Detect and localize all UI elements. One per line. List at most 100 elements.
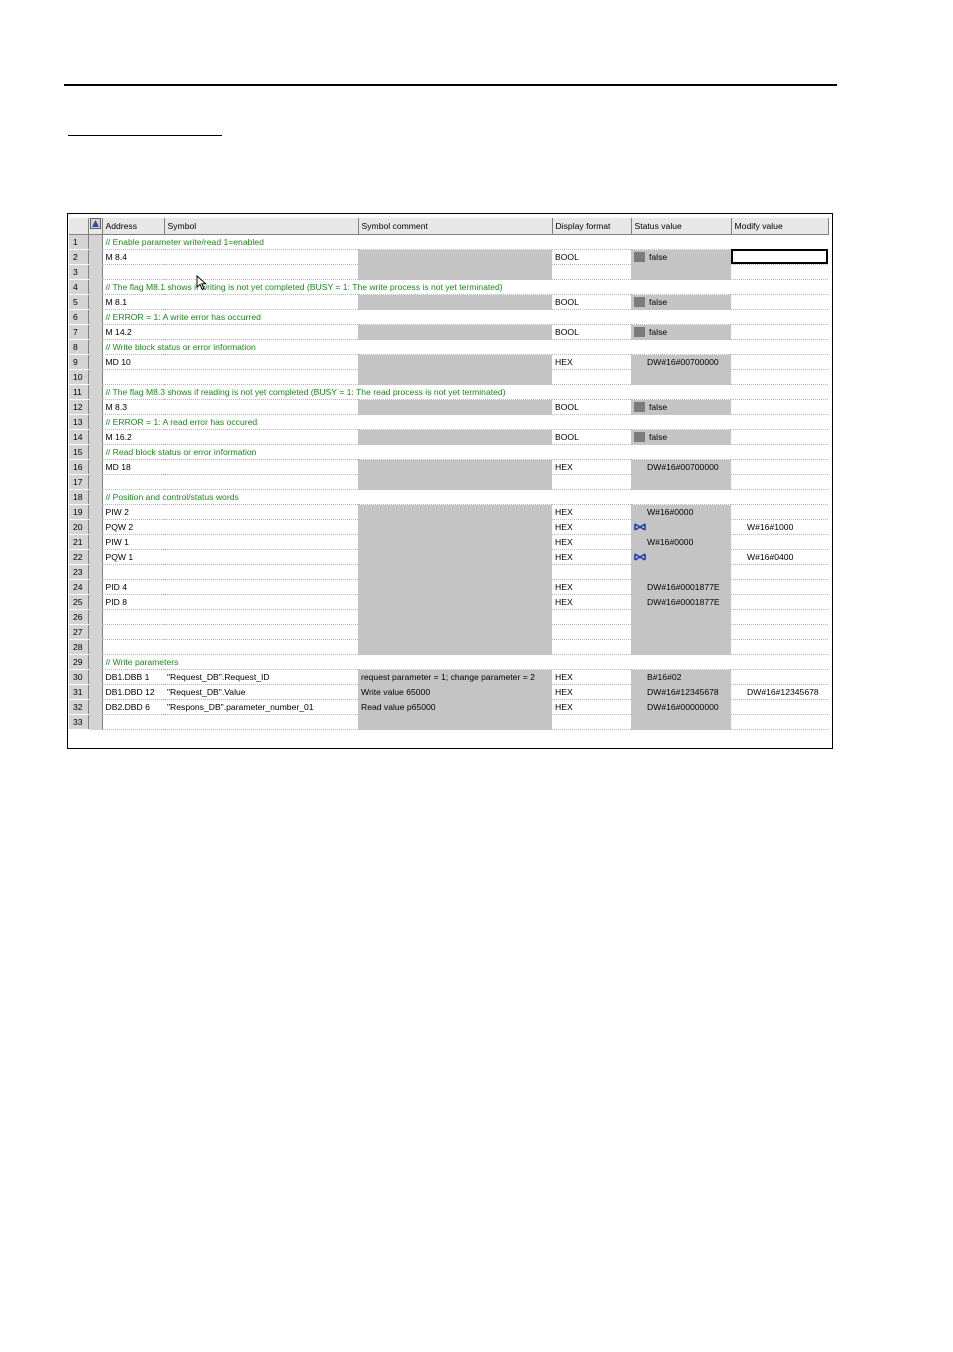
table-row[interactable]: 19 PIW 2 HEX W#16#0000: [69, 504, 828, 520]
symbol-comment-cell[interactable]: [358, 264, 552, 280]
address-cell[interactable]: [102, 474, 164, 490]
row-number[interactable]: 14: [69, 429, 89, 445]
row-number[interactable]: 20: [69, 519, 89, 535]
column-header-address[interactable]: Address: [102, 218, 165, 235]
comment-line[interactable]: // The flag M8.3 shows if reading is not…: [102, 384, 828, 400]
modify-value-cell[interactable]: [731, 699, 828, 715]
symbol-comment-cell[interactable]: [358, 459, 552, 475]
row-number[interactable]: 26: [69, 609, 89, 625]
address-cell[interactable]: [102, 714, 164, 730]
modify-value-cell[interactable]: [731, 624, 828, 640]
row-number[interactable]: 19: [69, 504, 89, 520]
row-number[interactable]: 28: [69, 639, 89, 655]
table-row[interactable]: 18 // Position and control/status words: [69, 489, 828, 505]
display-format-cell[interactable]: [552, 639, 631, 655]
column-header-modify-value[interactable]: Modify value: [731, 218, 829, 235]
table-row[interactable]: 7 M 14.2 BOOL false: [69, 324, 828, 340]
row-number[interactable]: 33: [69, 714, 89, 730]
table-row[interactable]: 16 MD 18 HEX DW#16#00700000: [69, 459, 828, 475]
select-all-corner[interactable]: [69, 218, 89, 235]
table-row[interactable]: 15 // Read block status or error informat…: [69, 444, 828, 460]
modify-value-cell[interactable]: [731, 429, 828, 445]
symbol-comment-cell[interactable]: [358, 564, 552, 580]
modify-value-cell[interactable]: [731, 639, 828, 655]
symbol-cell[interactable]: [164, 624, 358, 640]
display-format-cell[interactable]: HEX: [552, 669, 631, 685]
row-number[interactable]: 7: [69, 324, 89, 340]
address-cell[interactable]: M 8.4: [102, 249, 164, 265]
table-row[interactable]: 22 PQW 1 HEX W#16#0400: [69, 549, 828, 565]
modify-value-cell[interactable]: DW#16#12345678: [731, 684, 828, 700]
address-cell[interactable]: [102, 564, 164, 580]
table-row[interactable]: 9 MD 10 HEX DW#16#00700000: [69, 354, 828, 370]
symbol-cell[interactable]: [164, 549, 358, 565]
address-cell[interactable]: PID 4: [102, 579, 164, 595]
table-row[interactable]: 24 PID 4 HEX DW#16#0001877E: [69, 579, 828, 595]
address-cell[interactable]: [102, 369, 164, 385]
modify-value-cell[interactable]: [731, 369, 828, 385]
row-number[interactable]: 29: [69, 654, 89, 670]
display-format-cell[interactable]: HEX: [552, 684, 631, 700]
table-row[interactable]: 6 // ERROR = 1: A write error has occurre…: [69, 309, 828, 325]
row-number[interactable]: 1: [69, 234, 89, 250]
column-header-status-value[interactable]: Status value: [631, 218, 732, 235]
display-format-cell[interactable]: BOOL: [552, 399, 631, 415]
table-row[interactable]: 33: [69, 714, 828, 730]
row-number[interactable]: 11: [69, 384, 89, 400]
row-number[interactable]: 3: [69, 264, 89, 280]
symbol-comment-cell[interactable]: [358, 579, 552, 595]
row-number[interactable]: 6: [69, 309, 89, 325]
symbol-comment-cell[interactable]: [358, 594, 552, 610]
address-cell[interactable]: PID 8: [102, 594, 164, 610]
symbol-comment-cell[interactable]: request parameter = 1; change parameter …: [358, 669, 552, 685]
address-cell[interactable]: M 8.3: [102, 399, 164, 415]
row-number[interactable]: 2: [69, 249, 89, 265]
symbol-cell[interactable]: [164, 324, 358, 340]
address-cell[interactable]: M 16.2: [102, 429, 164, 445]
address-cell[interactable]: M 14.2: [102, 324, 164, 340]
address-cell[interactable]: M 8.1: [102, 294, 164, 310]
row-number[interactable]: 13: [69, 414, 89, 430]
symbol-cell[interactable]: [164, 594, 358, 610]
symbol-comment-cell[interactable]: [358, 624, 552, 640]
address-cell[interactable]: MD 10: [102, 354, 164, 370]
symbol-cell[interactable]: "Respons_DB".parameter_number_01: [164, 699, 358, 715]
comment-line[interactable]: // Position and control/status words: [102, 489, 828, 505]
address-cell[interactable]: [102, 609, 164, 625]
row-number[interactable]: 15: [69, 444, 89, 460]
address-cell[interactable]: PQW 2: [102, 519, 164, 535]
symbol-cell[interactable]: [164, 639, 358, 655]
display-format-cell[interactable]: HEX: [552, 354, 631, 370]
row-number[interactable]: 30: [69, 669, 89, 685]
modify-value-cell[interactable]: [731, 324, 828, 340]
row-number[interactable]: 27: [69, 624, 89, 640]
display-format-cell[interactable]: HEX: [552, 534, 631, 550]
column-header-symbol[interactable]: Symbol: [164, 218, 359, 235]
address-cell[interactable]: DB1.DBB 1: [102, 669, 164, 685]
display-format-cell[interactable]: HEX: [552, 699, 631, 715]
symbol-comment-cell[interactable]: [358, 429, 552, 445]
row-number[interactable]: 31: [69, 684, 89, 700]
symbol-comment-cell[interactable]: [358, 504, 552, 520]
table-row[interactable]: 26: [69, 609, 828, 625]
symbol-cell[interactable]: [164, 459, 358, 475]
comment-line[interactable]: // Enable parameter write/read 1=enabled: [102, 234, 828, 250]
modify-value-cell[interactable]: [731, 249, 828, 265]
symbol-comment-cell[interactable]: [358, 369, 552, 385]
modify-value-cell[interactable]: [731, 399, 828, 415]
symbol-cell[interactable]: [164, 534, 358, 550]
comment-line[interactable]: // The flag M8.1 shows if writing is not…: [102, 279, 828, 295]
comment-line[interactable]: // ERROR = 1: A write error has occurred: [102, 309, 828, 325]
display-format-cell[interactable]: HEX: [552, 459, 631, 475]
symbol-comment-cell[interactable]: [358, 519, 552, 535]
symbol-comment-cell[interactable]: Read value p65000: [358, 699, 552, 715]
display-format-cell[interactable]: [552, 474, 631, 490]
table-row[interactable]: 17: [69, 474, 828, 490]
modify-value-cell[interactable]: [731, 534, 828, 550]
row-number[interactable]: 16: [69, 459, 89, 475]
symbol-cell[interactable]: [164, 294, 358, 310]
symbol-comment-cell[interactable]: [358, 549, 552, 565]
comment-line[interactable]: // Write block status or error informati…: [102, 339, 828, 355]
symbol-cell[interactable]: [164, 369, 358, 385]
table-row[interactable]: 8 // Write block status or error informat…: [69, 339, 828, 355]
